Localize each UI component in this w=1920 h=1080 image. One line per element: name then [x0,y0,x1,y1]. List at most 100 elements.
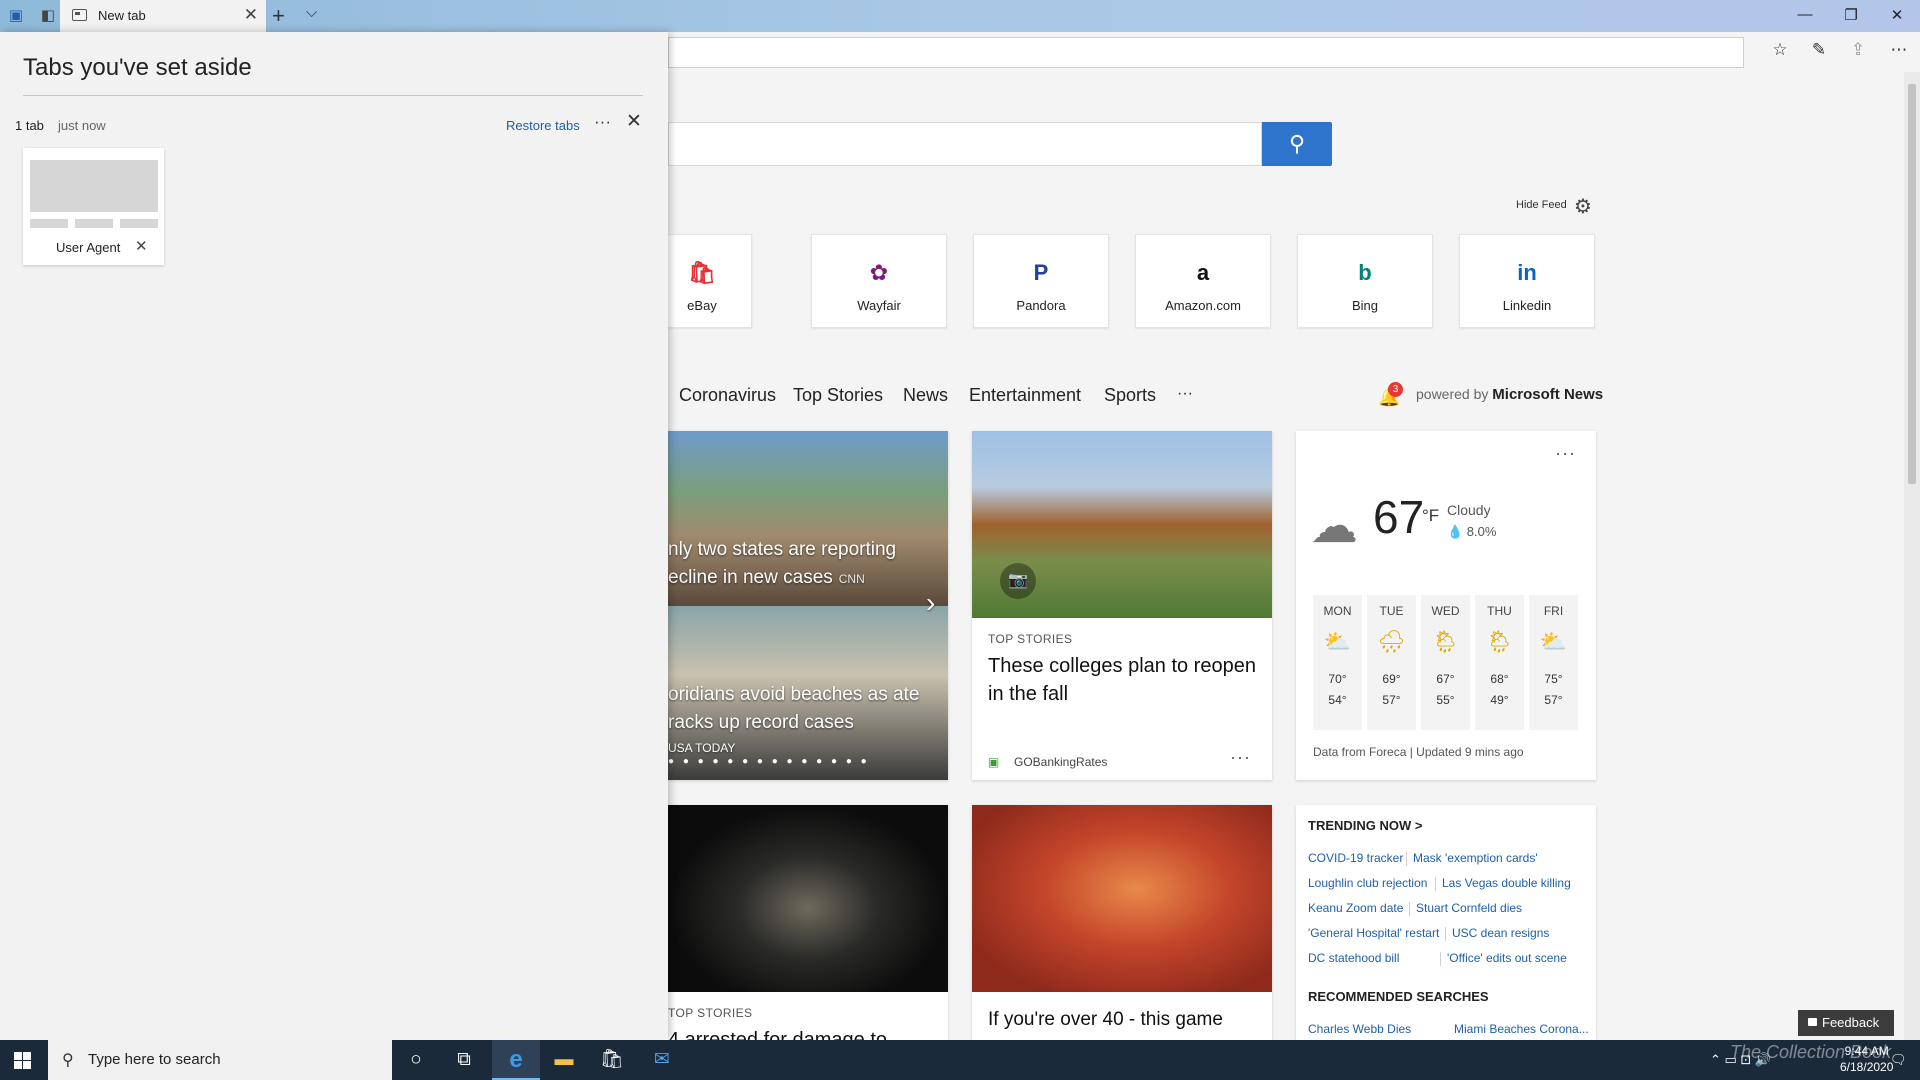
trending-separator [1435,877,1436,891]
news-nav-item[interactable]: Entertainment [969,385,1081,406]
feedback-button[interactable]: Feedback [1798,1010,1894,1036]
college-more-icon[interactable]: ··· [1230,747,1251,768]
address-bar[interactable] [668,37,1744,68]
cortana-icon[interactable]: ○ [392,1040,440,1080]
trending-item[interactable]: Mask 'exemption cards' [1413,851,1538,865]
news-nav-item[interactable]: Top Stories [793,385,883,406]
top-site-tile[interactable]: a Amazon.com [1135,234,1271,328]
tab-preview-chevron-icon[interactable]: ⌵ [306,4,317,21]
game-ad-card[interactable]: If you're over 40 - this game [972,805,1272,1045]
forecast-day[interactable]: WED 🌦 67° 55° [1421,595,1470,730]
trending-item[interactable]: COVID-19 tracker [1308,851,1403,865]
forecast-high: 70° [1328,672,1347,686]
panel-title: Tabs you've set aside [23,54,252,81]
restore-tabs-link[interactable]: Restore tabs [506,118,580,133]
site-name: Bing [1351,298,1379,313]
group-more-icon[interactable]: ··· [594,112,611,132]
powered-brand[interactable]: Microsoft News [1492,386,1603,403]
maximize-button[interactable]: ❐ [1836,6,1866,24]
task-view-icon[interactable]: ⧉ [440,1040,488,1080]
set-aside-tab-thumbnail[interactable]: User Agent ✕ [23,148,164,265]
file-explorer-icon[interactable]: ▬ [540,1040,588,1080]
minimize-button[interactable]: — [1790,6,1820,23]
taskbar-search-box[interactable]: ⚲ Type here to search [48,1040,392,1080]
top-site-tile[interactable]: b Bing [1297,234,1433,328]
close-window-button[interactable]: ✕ [1882,6,1912,24]
trending-item[interactable]: 'Office' edits out scene [1447,951,1567,965]
trending-item[interactable]: Stuart Cornfeld dies [1416,901,1522,915]
weather-unit[interactable]: °F [1422,506,1439,526]
college-category: TOP STORIES [988,632,1073,646]
trending-item[interactable]: Loughlin club rejection [1308,876,1427,890]
weather-temperature: 67 [1373,491,1425,543]
carousel-headline-2[interactable]: oridians avoid beaches as ate racks up r… [668,681,938,737]
trending-item[interactable]: 'General Hospital' restart [1308,926,1439,940]
windows-start-icon[interactable] [14,1052,31,1069]
web-search-input[interactable] [668,122,1262,166]
carousel-card[interactable]: nly two states are reporting ecline in n… [668,431,948,780]
edge-icon[interactable]: e [492,1040,540,1080]
trending-item[interactable]: USC dean resigns [1452,926,1549,940]
whitehouse-night-photo [668,805,948,992]
trending-item[interactable]: DC statehood bill [1308,951,1399,965]
game-headline[interactable]: If you're over 40 - this game [988,1006,1223,1034]
college-headline[interactable]: These colleges plan to reopen in the fal… [988,652,1258,708]
tabs-aside-icon[interactable]: ▣ [6,6,26,26]
forecast-weather-icon: 🌦 [1485,629,1514,654]
page-scrollbar[interactable] [1904,72,1920,1040]
new-tab-button[interactable]: + [272,3,285,29]
news-nav-item[interactable]: Sports [1104,385,1156,406]
trending-separator [1445,927,1446,941]
forecast-weather-icon: ⛅ [1323,629,1352,654]
news-nav-item[interactable]: News [903,385,948,406]
trending-item[interactable]: Keanu Zoom date [1308,901,1403,915]
carousel-dots[interactable]: ● ● ● ● ● ● ● ● ● ● ● ● ● ● [668,756,870,767]
top-site-tile[interactable]: P Pandora [973,234,1109,328]
remove-tab-close-icon[interactable]: ✕ [135,237,148,255]
forecast-day[interactable]: MON ⛅ 70° 54° [1313,595,1362,730]
college-story-card[interactable]: 📷 TOP STORIES These colleges plan to reo… [972,431,1272,780]
college-source[interactable]: GOBankingRates [1014,755,1107,769]
tabs-set-aside-panel: Tabs you've set aside 1 tab just now Res… [0,32,668,1040]
watermark: The Collection Book [1730,1042,1892,1062]
web-note-pen-icon[interactable]: ✎ [1806,40,1832,60]
favorites-star-icon[interactable]: ☆ [1767,40,1793,60]
search-button[interactable]: ⚲ [1262,122,1332,166]
top-site-tile[interactable]: in Linkedin [1459,234,1595,328]
group-close-icon[interactable]: ✕ [626,110,642,133]
site-name: Wayfair [857,298,901,313]
news-nav-more[interactable]: ··· [1177,385,1193,403]
trending-item[interactable]: Las Vegas double killing [1442,876,1571,890]
forecast-day[interactable]: FRI ⛅ 75° 57° [1529,595,1578,730]
top-site-tile[interactable]: ✿ Wayfair [811,234,947,328]
recommended-item[interactable]: Charles Webb Dies [1308,1022,1411,1036]
store-icon[interactable]: 🛍 [588,1040,636,1080]
whitehouse-story-card[interactable]: TOP STORIES 4 arrested for damage to [668,805,948,1045]
hide-feed-link[interactable]: Hide Feed [1516,199,1567,211]
tab-title: New tab [98,8,146,23]
mail-icon[interactable]: ✉ [638,1040,686,1080]
trending-separator [1409,902,1410,916]
scrollbar-thumb[interactable] [1908,84,1916,484]
share-icon[interactable]: ⇪ [1845,40,1871,60]
carousel-source-1: CNN [838,572,865,586]
forecast-weather-icon: 🌧 [1377,629,1406,654]
search-icon: ⚲ [62,1052,74,1069]
forecast-day-name: THU [1487,604,1512,618]
action-center-icon[interactable]: 🗨 [1890,1052,1907,1068]
forecast-day[interactable]: TUE 🌧 69° 57° [1367,595,1416,730]
settings-more-icon[interactable]: ⋯ [1886,40,1912,60]
source-logo-icon: ▣ [988,755,1000,769]
gear-icon[interactable]: ⚙ [1574,194,1592,219]
tab-count: 1 tab [15,118,44,133]
trending-title[interactable]: TRENDING NOW > [1308,818,1422,833]
news-nav-item[interactable]: Coronavirus [679,385,776,406]
tab-new-tab[interactable]: New tab ✕ [60,0,266,32]
carousel-headline-1[interactable]: nly two states are reporting ecline in n… [668,536,938,593]
weather-more-icon[interactable]: ··· [1555,443,1576,464]
forecast-day[interactable]: THU 🌦 68° 49° [1475,595,1524,730]
carousel-next-icon[interactable]: › [926,589,935,617]
recommended-item[interactable]: Miami Beaches Corona... [1454,1022,1589,1036]
set-aside-tabs-icon[interactable]: ◧ [38,6,58,26]
tab-close-icon[interactable]: ✕ [244,5,258,25]
